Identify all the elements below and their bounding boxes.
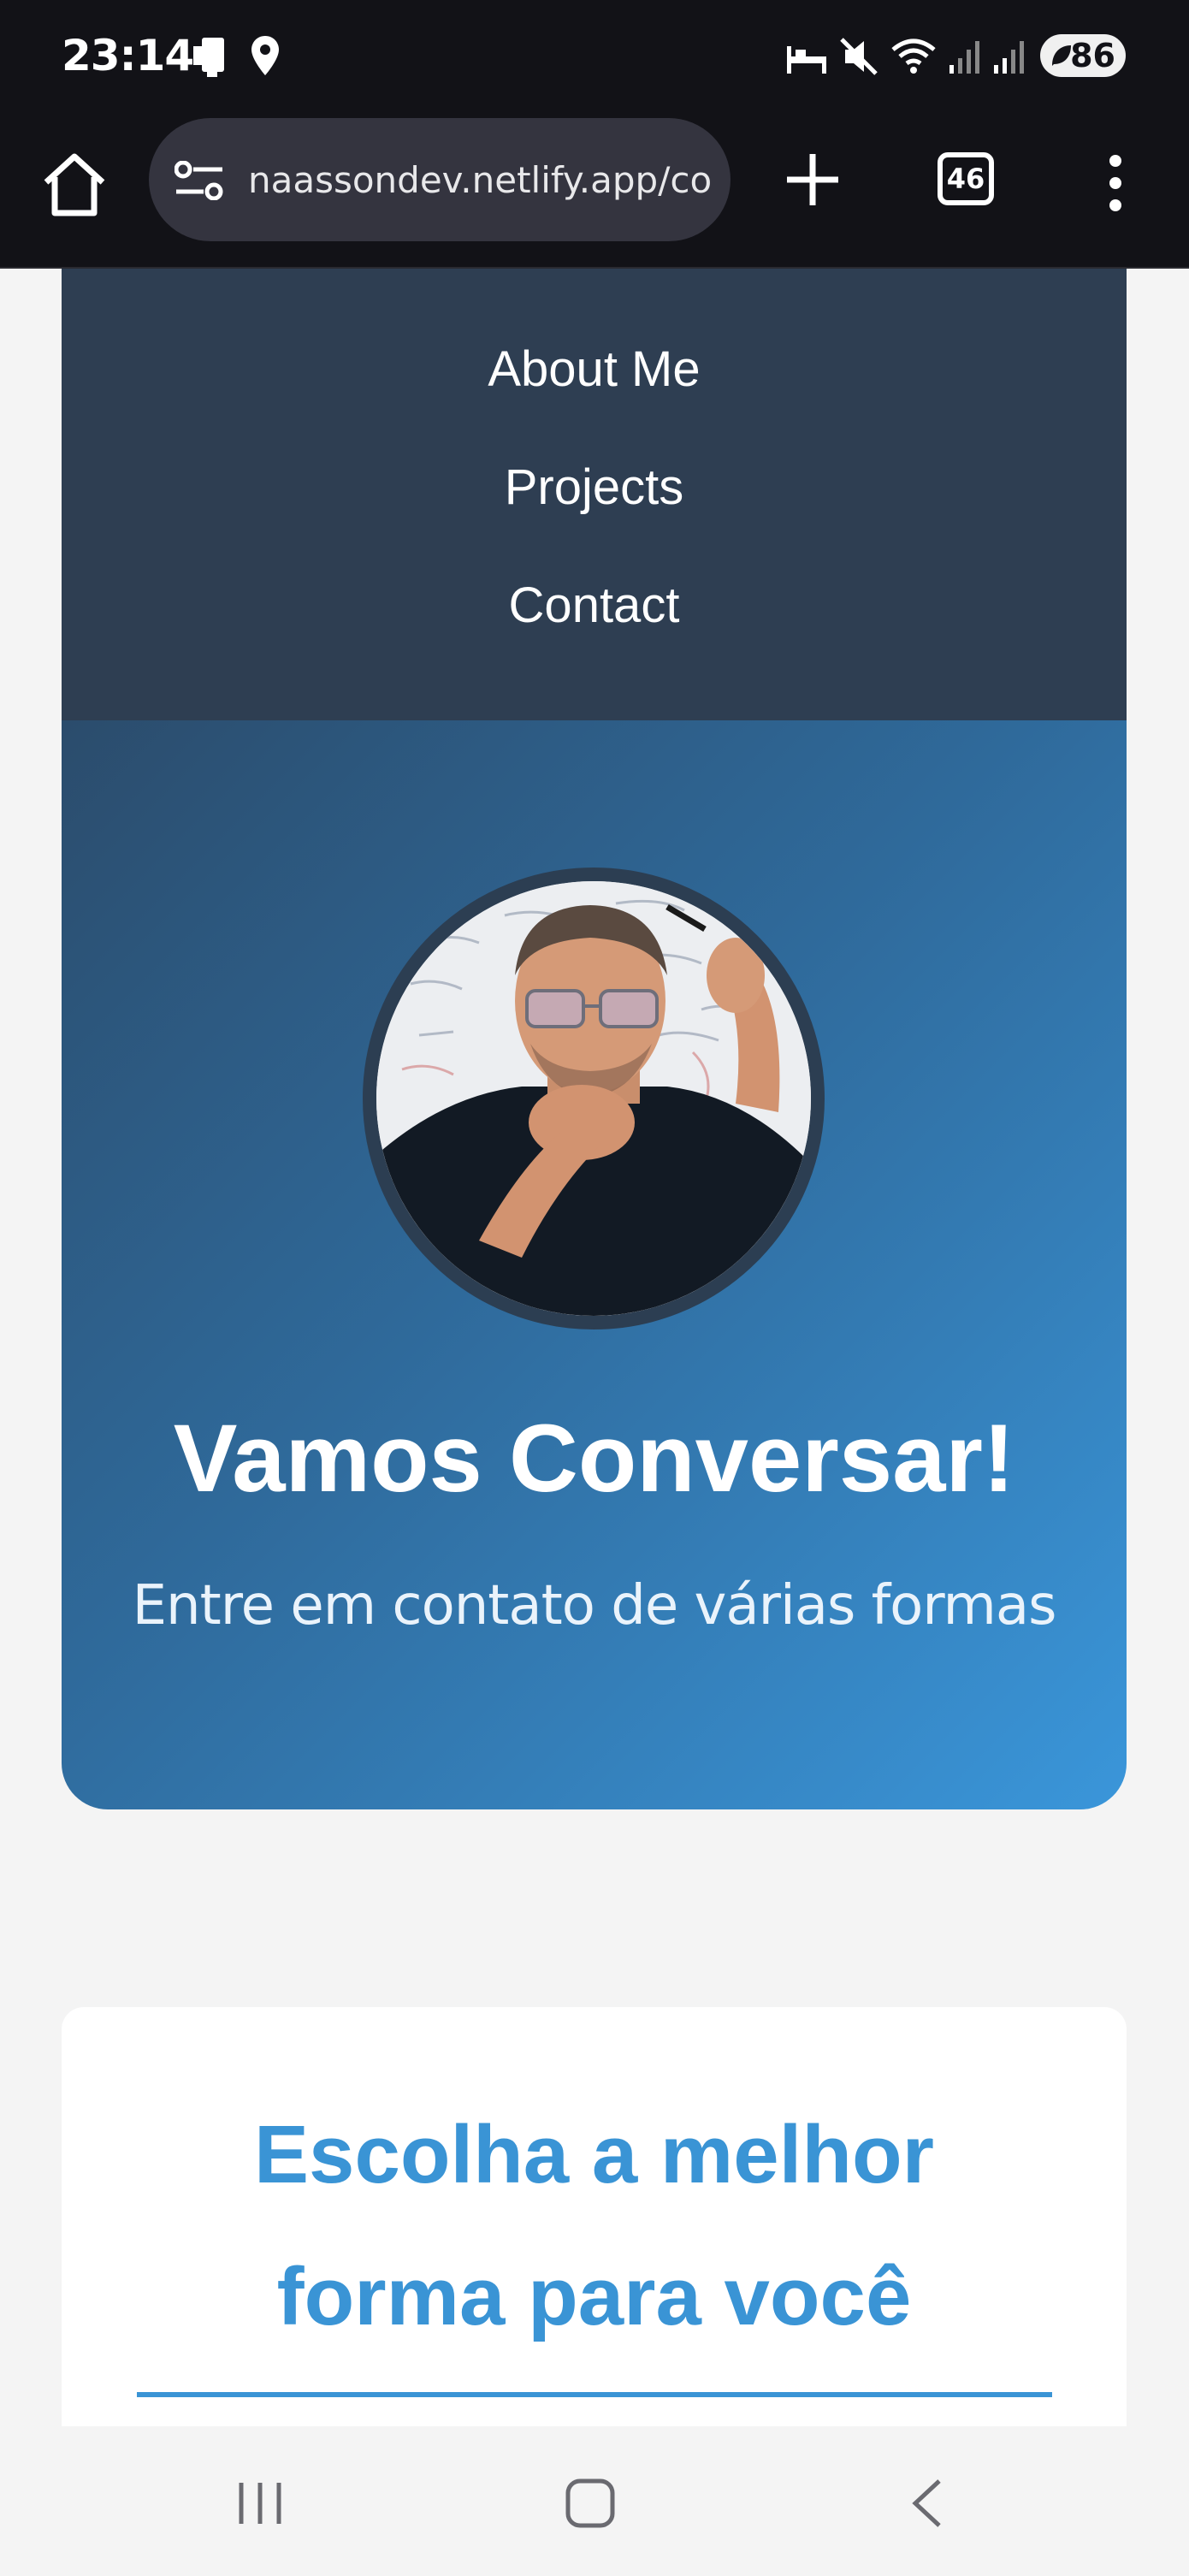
- home-button-icon[interactable]: [563, 2476, 618, 2531]
- title-underline: [137, 2392, 1052, 2397]
- status-bar: 23:14 86: [0, 0, 1189, 111]
- site-nav-menu: About Me Projects Contact: [62, 269, 1127, 720]
- site-settings-icon[interactable]: [175, 161, 224, 200]
- recent-apps-icon[interactable]: [233, 2476, 287, 2531]
- hero-subtitle: Entre em contato de várias formas: [132, 1574, 1057, 1637]
- battery-level: 86: [1070, 37, 1115, 74]
- signal-icon: [994, 41, 1024, 74]
- system-navigation-bar: [0, 2426, 1189, 2576]
- card-title: Escolha a melhor forma para você: [254, 2109, 934, 2342]
- wifi-icon: [891, 38, 936, 74]
- mute-icon: [840, 38, 878, 75]
- signal-icon: [949, 41, 979, 74]
- tab-switcher-icon[interactable]: 46: [938, 152, 994, 205]
- contact-options-card: Escolha a melhor forma para você: [62, 2007, 1127, 2486]
- location-icon: [251, 36, 279, 75]
- sleep-mode-icon: [787, 46, 826, 74]
- phone-sync-icon: [193, 38, 224, 77]
- back-icon[interactable]: [902, 2476, 956, 2531]
- hero-title: Vamos Conversar!: [173, 1405, 1015, 1512]
- home-icon[interactable]: [39, 150, 109, 220]
- battery-icon: 86: [1040, 34, 1126, 77]
- new-tab-icon[interactable]: [777, 144, 849, 216]
- nav-link-about[interactable]: About Me: [62, 341, 1127, 398]
- nav-link-contact[interactable]: Contact: [62, 577, 1127, 634]
- tab-count: 46: [946, 163, 985, 195]
- nav-link-projects[interactable]: Projects: [62, 459, 1127, 516]
- status-time: 23:14: [62, 31, 194, 80]
- avatar: [363, 868, 825, 1329]
- url-text[interactable]: naassondev.netlify.app/contact: [248, 159, 710, 201]
- contact-hero: Vamos Conversar! Entre em contato de vár…: [62, 720, 1127, 1809]
- more-menu-icon[interactable]: [1095, 147, 1136, 219]
- browser-toolbar: naassondev.netlify.app/contact 46: [0, 111, 1189, 269]
- address-bar[interactable]: naassondev.netlify.app/contact: [149, 118, 731, 241]
